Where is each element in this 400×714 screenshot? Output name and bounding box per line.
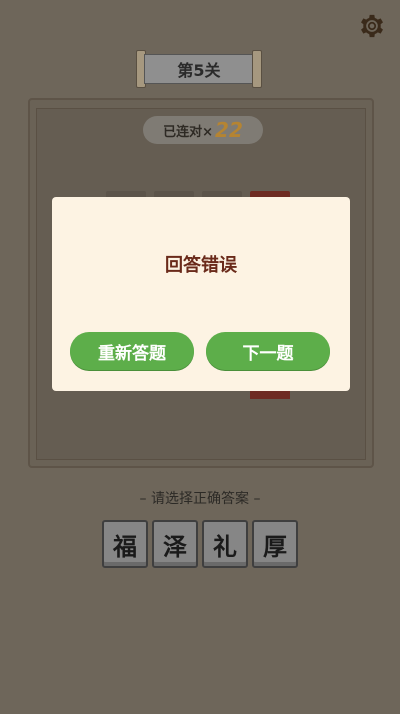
answer-choices: 福 泽 礼 厚 [102, 520, 300, 568]
choice-tile[interactable]: 礼 [202, 520, 248, 568]
wrong-answer-dialog: 回答错误 重新答题 下一题 [52, 197, 350, 391]
next-question-button[interactable]: 下一题 [206, 332, 330, 370]
gear-icon[interactable] [358, 12, 386, 40]
streak-badge: 已连对× 22 [143, 116, 263, 144]
choice-tile[interactable]: 厚 [252, 520, 298, 568]
retry-button[interactable]: 重新答题 [70, 332, 194, 370]
choice-tile[interactable]: 福 [102, 520, 148, 568]
streak-label: 已连对× [163, 124, 214, 140]
level-banner: 第5关 [136, 50, 262, 88]
streak-count: 22 [215, 118, 243, 142]
dialog-title: 回答错误 [165, 255, 237, 276]
choice-tile[interactable]: 泽 [152, 520, 198, 568]
scroll-roll-right [252, 50, 262, 88]
board-tile-highlight [250, 391, 290, 399]
level-label: 第5关 [144, 54, 254, 84]
choose-answer-prompt: – 请选择正确答案 – [139, 491, 261, 507]
